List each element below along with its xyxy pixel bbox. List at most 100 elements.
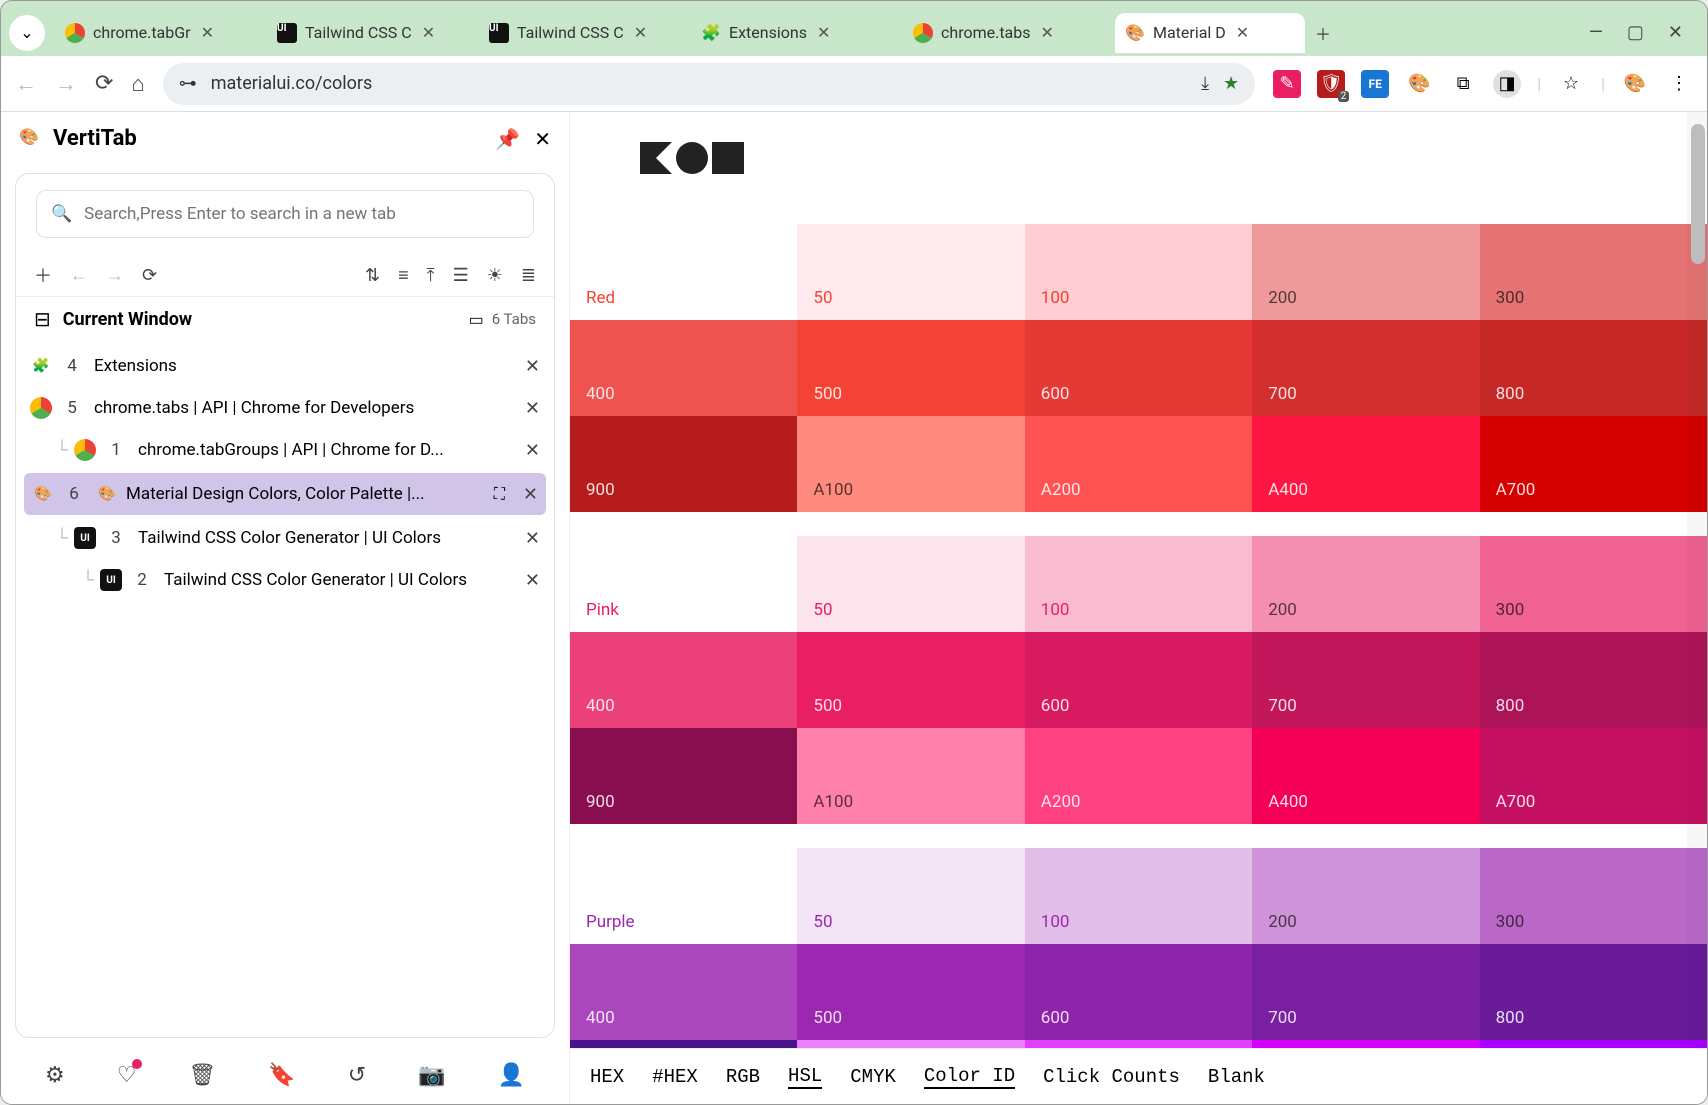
tab-row[interactable]: 5chrome.tabs | API | Chrome for Develope…: [16, 387, 554, 429]
swatch[interactable]: 800: [1480, 632, 1707, 728]
swatch[interactable]: A400: [1252, 1040, 1479, 1048]
window-header[interactable]: ⊟ Current Window ▭ 6 Tabs: [16, 296, 554, 341]
scrollbar[interactable]: [1687, 112, 1707, 1048]
minimize-button[interactable]: —: [1589, 22, 1603, 43]
theme-icon[interactable]: ☀: [487, 265, 503, 286]
swatch[interactable]: A200: [1025, 728, 1252, 824]
swatch[interactable]: 100: [1025, 224, 1252, 320]
format-option[interactable]: HEX: [590, 1066, 624, 1088]
settings-icon[interactable]: ⚙: [45, 1063, 65, 1088]
collapse-icon[interactable]: ⊟: [34, 307, 51, 331]
site-info-icon[interactable]: ⊶: [179, 73, 197, 94]
swatch[interactable]: 500: [797, 320, 1024, 416]
ext-icon-1[interactable]: ✎: [1273, 70, 1301, 98]
format-option[interactable]: Color ID: [924, 1065, 1015, 1089]
swatch[interactable]: 50: [797, 536, 1024, 632]
fullscreen-icon[interactable]: ⛶: [494, 484, 505, 504]
browser-tab[interactable]: 🎨Material D✕: [1115, 13, 1305, 53]
tab-row[interactable]: 🎨6🎨Material Design Colors, Color Palette…: [24, 473, 546, 515]
swatch[interactable]: 700: [1252, 944, 1479, 1040]
swatch[interactable]: 50: [797, 848, 1024, 944]
scrollbar-thumb[interactable]: [1691, 124, 1705, 264]
install-app-icon[interactable]: ⤓: [1201, 73, 1209, 94]
swatch[interactable]: 700: [1252, 320, 1479, 416]
pin-icon[interactable]: 📌: [495, 127, 520, 151]
browser-tab[interactable]: chrome.tabGr✕: [55, 13, 265, 53]
browser-tab[interactable]: UITailwind CSS C✕: [479, 13, 689, 53]
browser-tab[interactable]: chrome.tabs✕: [903, 13, 1113, 53]
profile-icon[interactable]: 👤: [498, 1063, 525, 1088]
close-tab-icon[interactable]: ✕: [201, 23, 214, 42]
swatch[interactable]: 900: [570, 1040, 797, 1048]
maximize-button[interactable]: ▢: [1627, 22, 1644, 43]
swatch[interactable]: 800: [1480, 320, 1707, 416]
swatch[interactable]: 600: [1025, 632, 1252, 728]
close-tab-icon[interactable]: ✕: [523, 484, 538, 505]
format-option[interactable]: #HEX: [652, 1066, 698, 1088]
swatch[interactable]: 700: [1252, 632, 1479, 728]
swatch[interactable]: 900: [570, 416, 797, 512]
close-tab-icon[interactable]: ✕: [817, 23, 830, 42]
ext-icon-sidepanel[interactable]: ◨: [1493, 70, 1521, 98]
swatch[interactable]: 200: [1252, 848, 1479, 944]
swatch[interactable]: A200: [1025, 416, 1252, 512]
home-button[interactable]: ⌂: [131, 71, 144, 97]
new-tab-button[interactable]: ＋: [1307, 13, 1339, 53]
swatch[interactable]: 500: [797, 632, 1024, 728]
swatch[interactable]: 800: [1480, 944, 1707, 1040]
tab-row[interactable]: └UI2Tailwind CSS Color Generator | UI Co…: [16, 559, 554, 601]
ext-icon-color[interactable]: 🎨: [1621, 70, 1649, 98]
tab-row[interactable]: 🧩4Extensions✕: [16, 345, 554, 387]
tab-search-button[interactable]: ⌄: [9, 15, 45, 51]
swatch[interactable]: 300: [1480, 536, 1707, 632]
swatch[interactable]: 200: [1252, 536, 1479, 632]
bookmark-star-icon[interactable]: ★: [1223, 73, 1239, 94]
more-icon[interactable]: ≣: [521, 265, 536, 286]
align-icon[interactable]: ⤒: [427, 265, 435, 286]
close-sidebar-icon[interactable]: ✕: [534, 127, 551, 151]
swatch[interactable]: 400: [570, 320, 797, 416]
close-tab-icon[interactable]: ✕: [525, 398, 540, 419]
browser-tab[interactable]: UITailwind CSS C✕: [267, 13, 477, 53]
sort-icon[interactable]: ⇅: [365, 265, 380, 286]
swatch[interactable]: 300: [1480, 848, 1707, 944]
swatch[interactable]: 600: [1025, 320, 1252, 416]
swatch[interactable]: 900: [570, 728, 797, 824]
search-input[interactable]: 🔍 Search,Press Enter to search in a new …: [36, 190, 534, 238]
history-icon[interactable]: ↺: [348, 1063, 366, 1088]
swatch[interactable]: 100: [1025, 848, 1252, 944]
swatch[interactable]: 400: [570, 944, 797, 1040]
reload-button[interactable]: ⟳: [95, 71, 113, 96]
screenshot-icon[interactable]: 📷: [418, 1063, 445, 1088]
add-tab-icon[interactable]: ＋: [34, 262, 52, 288]
trash-icon[interactable]: 🗑: [188, 1063, 216, 1088]
swatch[interactable]: 200: [1252, 224, 1479, 320]
list-icon[interactable]: ☰: [453, 265, 469, 286]
ext-icon-paint[interactable]: 🎨: [1405, 70, 1433, 98]
swatch[interactable]: A100: [797, 728, 1024, 824]
close-tab-icon[interactable]: ✕: [1041, 23, 1054, 42]
ext-icon-fe[interactable]: FE: [1361, 70, 1389, 98]
swatch[interactable]: 100: [1025, 536, 1252, 632]
swatch[interactable]: A100: [797, 416, 1024, 512]
swatch[interactable]: A100: [797, 1040, 1024, 1048]
format-option[interactable]: Click Counts: [1043, 1066, 1180, 1088]
swatch[interactable]: 50: [797, 224, 1024, 320]
bookmark-icon[interactable]: 🔖: [268, 1063, 295, 1088]
back-icon[interactable]: ←: [70, 265, 88, 286]
swatch[interactable]: A400: [1252, 416, 1479, 512]
mui-logo[interactable]: [640, 142, 1637, 174]
chrome-menu-icon[interactable]: ⋮: [1665, 70, 1693, 98]
close-tab-icon[interactable]: ✕: [525, 570, 540, 591]
close-tab-icon[interactable]: ✕: [1236, 23, 1249, 42]
ext-icon-ublock[interactable]: 🛡2: [1317, 70, 1345, 98]
bookmark-outline-icon[interactable]: ☆: [1557, 70, 1585, 98]
close-tab-icon[interactable]: ✕: [634, 23, 647, 42]
format-option[interactable]: HSL: [788, 1065, 822, 1089]
favorites-icon[interactable]: ♡: [117, 1063, 137, 1088]
swatch[interactable]: 500: [797, 944, 1024, 1040]
swatch[interactable]: A700: [1480, 416, 1707, 512]
extensions-puzzle-icon[interactable]: ⧉: [1449, 70, 1477, 98]
swatch[interactable]: 600: [1025, 944, 1252, 1040]
forward-button[interactable]: →: [55, 71, 77, 97]
